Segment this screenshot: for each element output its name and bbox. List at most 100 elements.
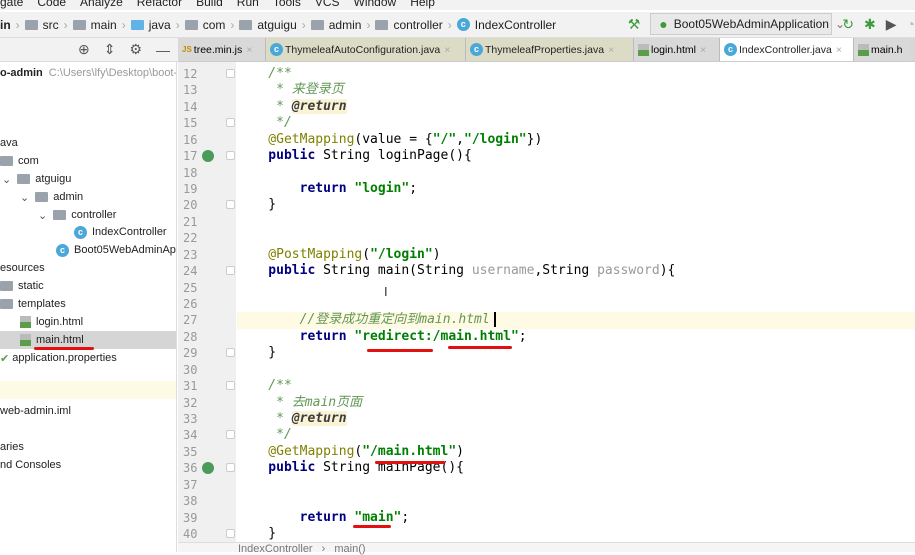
code-line[interactable] [237,362,915,378]
breadcrumb-item[interactable]: atguigu [239,18,297,32]
build-hammer-icon[interactable]: ⚒ [628,16,641,33]
fold-marker-icon[interactable] [226,430,235,440]
tree-item[interactable]: login.html [0,313,176,331]
code-line[interactable]: /** [237,66,915,82]
close-icon[interactable]: × [608,44,614,56]
fold-marker-icon[interactable] [226,463,235,473]
code-line[interactable]: * 来登录页 [237,82,915,98]
crumb-method[interactable]: main() [334,543,365,555]
code-line[interactable]: /** [237,378,915,394]
fold-marker-icon[interactable] [226,381,235,391]
code-line[interactable]: public String mainPage(){ [237,460,915,476]
run-configuration-select[interactable]: ● Boot05WebAdminApplication ⌄ [650,13,845,35]
code-line[interactable] [237,214,915,230]
tree-item[interactable]: web-admin.iml [0,402,176,420]
breadcrumb-item[interactable]: main [72,18,117,32]
tree-item[interactable]: esources [0,259,176,277]
menu-item-7[interactable]: VCS [315,0,340,10]
code-line[interactable]: * @return [237,98,915,115]
breadcrumb-item[interactable]: in [0,18,11,32]
crumb-class[interactable]: IndexController [238,543,313,555]
tree-item[interactable]: nd Consoles [0,456,176,474]
menu-item-2[interactable]: Analyze [80,0,123,10]
code-line[interactable]: @GetMapping("/main.html") [237,444,915,460]
code-line[interactable]: public String main(String username,Strin… [237,263,915,279]
collapse-all-icon[interactable]: ⇕ [104,41,116,58]
code-line[interactable]: * 去main页面 [237,395,915,411]
tab-0[interactable]: JS tree.min.js × [178,38,266,61]
tree-item[interactable]: ⌄ controller [0,206,176,224]
fold-marker-icon[interactable] [226,118,235,128]
tree-item[interactable]: c Boot05WebAdminAppli [0,241,176,259]
project-root[interactable]: o-admin C:\Users\lfy\Desktop\boot-05 [0,64,176,82]
code-line[interactable]: //登录成功重定向到main.html [237,312,915,329]
breadcrumb-item[interactable]: java [130,18,171,32]
code-line[interactable] [237,477,915,493]
tab-1[interactable]: c ThymeleafAutoConfiguration.java × [266,38,466,61]
gear-icon[interactable]: ⚙ [129,41,142,58]
code-line[interactable]: return "login"; [237,181,915,197]
code-line[interactable]: @GetMapping(value = {"/","/login"}) [237,132,915,148]
rerun-icon[interactable]: ↻ [842,16,854,33]
tree-item[interactable]: com [0,152,176,170]
tree-item[interactable]: ⌄ atguigu [0,170,176,188]
close-icon[interactable]: × [836,44,842,56]
tree-item[interactable]: ava [0,134,176,152]
code-line[interactable]: * @return [237,411,915,427]
chevron-down-icon[interactable]: ⌄ [2,173,11,186]
tree-item[interactable]: aries [0,438,176,456]
code-line[interactable] [237,280,915,296]
menu-item-4[interactable]: Build [196,0,223,10]
breadcrumb-item[interactable]: admin [310,18,361,32]
breadcrumb-item[interactable]: src [24,18,59,32]
chevron-down-icon[interactable]: ⌄ [20,191,29,204]
run-gutter-icon[interactable] [202,150,214,163]
tree-item[interactable]: ⌄ admin [0,188,176,206]
code-line[interactable]: @PostMapping("/login") [237,247,915,263]
code-line[interactable]: } [237,345,915,361]
fold-marker-icon[interactable] [226,151,235,161]
menu-item-5[interactable]: Run [237,0,259,10]
code-line[interactable]: */ [237,115,915,131]
breadcrumb-item[interactable]: c IndexController [456,18,556,32]
code-line[interactable]: public String loginPage(){ [237,148,915,164]
run-gutter-icon[interactable] [202,462,214,475]
tree-item[interactable]: ✔ application.properties [0,349,176,367]
code-line[interactable] [237,165,915,181]
code-line[interactable]: } [237,526,915,542]
code-line[interactable]: */ [237,427,915,443]
code-line[interactable] [237,493,915,509]
close-icon[interactable]: × [246,44,252,56]
code-line[interactable]: return "main"; [237,510,915,526]
fold-marker-icon[interactable] [226,200,235,210]
breadcrumb-item[interactable]: com [184,18,225,32]
menu-item-9[interactable]: Help [410,0,435,10]
code-editor[interactable]: 12 13 14 15 16 17 18 19 20 21 22 23 24 25 26 27 28 29 30 31… [178,62,915,542]
code-line[interactable] [237,296,915,312]
menu-item-8[interactable]: Window [354,0,397,10]
chevron-down-icon[interactable]: ⌄ [38,209,47,222]
tab-5[interactable]: main.h [854,38,911,61]
code-line[interactable] [237,230,915,246]
menu-item-6[interactable]: Tools [273,0,301,10]
debug-bug-icon[interactable]: ✱ [864,16,876,33]
close-icon[interactable]: × [444,44,450,56]
tree-item[interactable]: c IndexController [0,223,176,241]
breadcrumb-item[interactable]: controller [375,18,443,32]
fold-marker-icon[interactable] [226,69,235,78]
tab-3[interactable]: login.html × [634,38,720,61]
code-line[interactable]: } [237,197,915,213]
code-line[interactable]: return "redirect:/main.html"; [237,329,915,345]
tab-2[interactable]: c ThymeleafProperties.java × [466,38,634,61]
menu-item-3[interactable]: Refactor [137,0,182,10]
menu-item-0[interactable]: gate [0,0,23,10]
fold-marker-icon[interactable] [226,529,235,539]
coverage-icon[interactable]: ▶ [886,16,897,33]
tab-4[interactable]: c IndexController.java × [720,38,854,61]
tree-item[interactable]: static [0,277,176,295]
fold-marker-icon[interactable] [226,266,235,276]
fold-marker-icon[interactable] [226,348,235,358]
locate-icon[interactable]: ⊕ [78,41,90,58]
menu-item-1[interactable]: Code [37,0,66,10]
tree-item[interactable]: templates [0,295,176,313]
